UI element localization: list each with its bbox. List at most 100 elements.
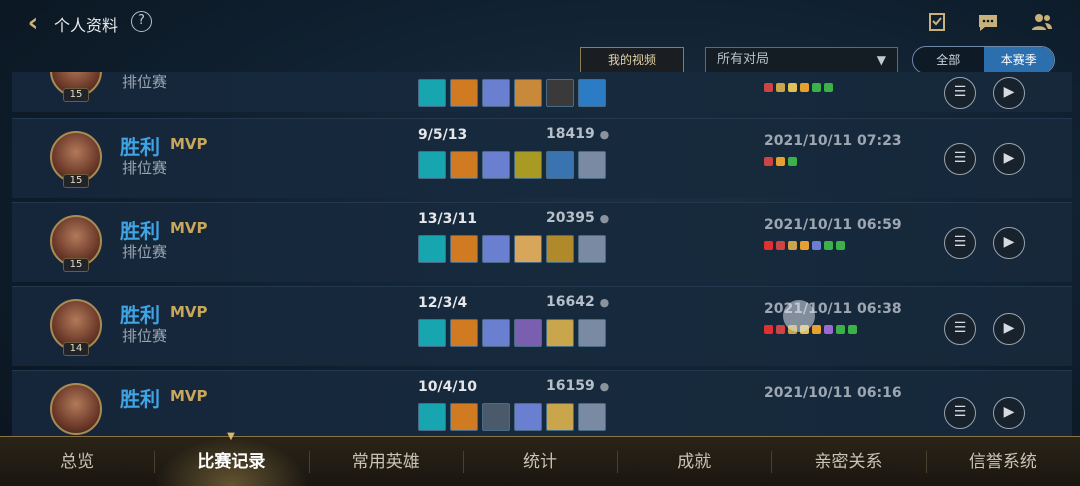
details-button[interactable]: ☰	[944, 77, 976, 109]
tab-reputation[interactable]: 信誉系统	[925, 437, 1080, 486]
item-icon	[450, 319, 478, 347]
item-icon	[514, 151, 542, 179]
details-button[interactable]: ☰	[944, 227, 976, 259]
gold: 20395 ●	[546, 210, 609, 226]
coin-icon: ●	[599, 380, 610, 393]
item-icon	[450, 151, 478, 179]
badge-list	[764, 241, 845, 250]
item-icon	[418, 403, 446, 431]
badge-list	[764, 157, 797, 166]
item-list	[418, 319, 606, 347]
mvp-badge: MVP	[170, 303, 208, 321]
badge-icon	[812, 325, 821, 334]
item-icon	[578, 79, 606, 107]
badge-icon	[788, 83, 797, 92]
badge-list	[764, 83, 833, 92]
item-icon	[418, 151, 446, 179]
match-list[interactable]: 15 排位赛 ☰ ▶ 15 胜利 MVP 排位赛 9/5/13 18419 ●	[12, 72, 1072, 436]
match-result: 胜利	[120, 135, 160, 159]
item-icon	[482, 319, 510, 347]
badge-icon	[764, 157, 773, 166]
item-icon	[482, 79, 510, 107]
match-mode: 排位赛	[122, 159, 168, 177]
item-list	[418, 403, 606, 431]
item-icon	[514, 319, 542, 347]
tab-statistics[interactable]: 统计	[462, 437, 617, 486]
details-button[interactable]: ☰	[944, 143, 976, 175]
replay-button[interactable]: ▶	[993, 143, 1025, 175]
match-type-select[interactable]: 所有对局 ▼	[705, 47, 898, 73]
tab-achievements[interactable]: 成就	[617, 437, 771, 486]
match-result: 胜利	[120, 387, 160, 411]
item-icon	[514, 235, 542, 263]
tab-relationships[interactable]: 亲密关系	[771, 437, 925, 486]
item-icon	[546, 79, 574, 107]
match-row[interactable]: 15 胜利 MVP 排位赛 13/3/11 20395 ● 2021/10/11…	[12, 202, 1072, 282]
friends-icon[interactable]	[1030, 10, 1054, 34]
item-list	[418, 235, 606, 263]
checklist-icon[interactable]	[925, 10, 949, 34]
tab-overview[interactable]: 总览	[0, 437, 154, 486]
season-toggle[interactable]: 全部 本赛季	[912, 46, 1055, 74]
tab-common-heroes[interactable]: 常用英雄	[308, 437, 463, 486]
item-icon	[482, 151, 510, 179]
badge-icon	[836, 325, 845, 334]
badge-icon	[812, 241, 821, 250]
match-row[interactable]: 胜利 MVP 10/4/10 16159 ● 2021/10/11 06:16 …	[12, 370, 1072, 436]
toggle-all[interactable]: 全部	[913, 47, 984, 73]
badge-icon	[800, 241, 809, 250]
details-button[interactable]: ☰	[944, 313, 976, 345]
badge-icon	[812, 83, 821, 92]
item-icon	[418, 319, 446, 347]
hero-level: 15	[63, 258, 89, 272]
badge-icon	[776, 241, 785, 250]
details-button[interactable]: ☰	[944, 397, 976, 429]
item-icon	[578, 235, 606, 263]
item-icon	[514, 403, 542, 431]
badge-icon	[764, 241, 773, 250]
replay-button[interactable]: ▶	[993, 397, 1025, 429]
badge-icon	[764, 83, 773, 92]
gold: 16642 ●	[546, 294, 609, 310]
badge-icon	[836, 241, 845, 250]
badge-icon	[824, 241, 833, 250]
kda: 9/5/13	[418, 127, 468, 143]
help-icon[interactable]: ?	[131, 11, 152, 32]
gold: 16159 ●	[546, 378, 609, 394]
item-list	[418, 79, 606, 107]
item-icon	[482, 235, 510, 263]
match-date: 2021/10/11 07:23	[764, 133, 902, 149]
match-row[interactable]: 14 胜利 MVP 排位赛 12/3/4 16642 ● 2021/10/11 …	[12, 286, 1072, 366]
chat-icon[interactable]	[976, 10, 1000, 34]
hero-level: 15	[63, 174, 89, 188]
replay-button[interactable]: ▶	[993, 77, 1025, 109]
coin-icon: ●	[599, 128, 610, 141]
item-icon	[514, 79, 542, 107]
badge-icon	[824, 325, 833, 334]
item-icon	[450, 79, 478, 107]
badge-icon	[788, 157, 797, 166]
badge-icon	[776, 157, 785, 166]
kda: 13/3/11	[418, 211, 477, 227]
item-icon	[546, 235, 574, 263]
toggle-season[interactable]: 本赛季	[983, 47, 1054, 73]
kda: 10/4/10	[418, 379, 477, 395]
tab-match-history[interactable]: 比赛记录	[154, 437, 309, 486]
gold: 18419 ●	[546, 126, 609, 142]
my-videos-button[interactable]: 我的视频	[580, 47, 684, 73]
match-row[interactable]: 15 胜利 MVP 排位赛 9/5/13 18419 ● 2021/10/11 …	[12, 118, 1072, 198]
item-list	[418, 151, 606, 179]
badge-icon	[776, 325, 785, 334]
gold-value: 20395	[546, 210, 595, 226]
back-icon[interactable]: ‹	[20, 8, 46, 38]
replay-button[interactable]: ▶	[993, 313, 1025, 345]
replay-button[interactable]: ▶	[993, 227, 1025, 259]
hero-avatar	[50, 383, 102, 435]
match-type-value: 所有对局	[717, 52, 770, 67]
chevron-down-icon: ▼	[876, 53, 886, 67]
match-row[interactable]: 15 排位赛 ☰ ▶	[12, 72, 1072, 112]
kda: 12/3/4	[418, 295, 468, 311]
item-icon	[418, 235, 446, 263]
page-title: 个人资料	[54, 16, 119, 35]
item-icon	[578, 403, 606, 431]
